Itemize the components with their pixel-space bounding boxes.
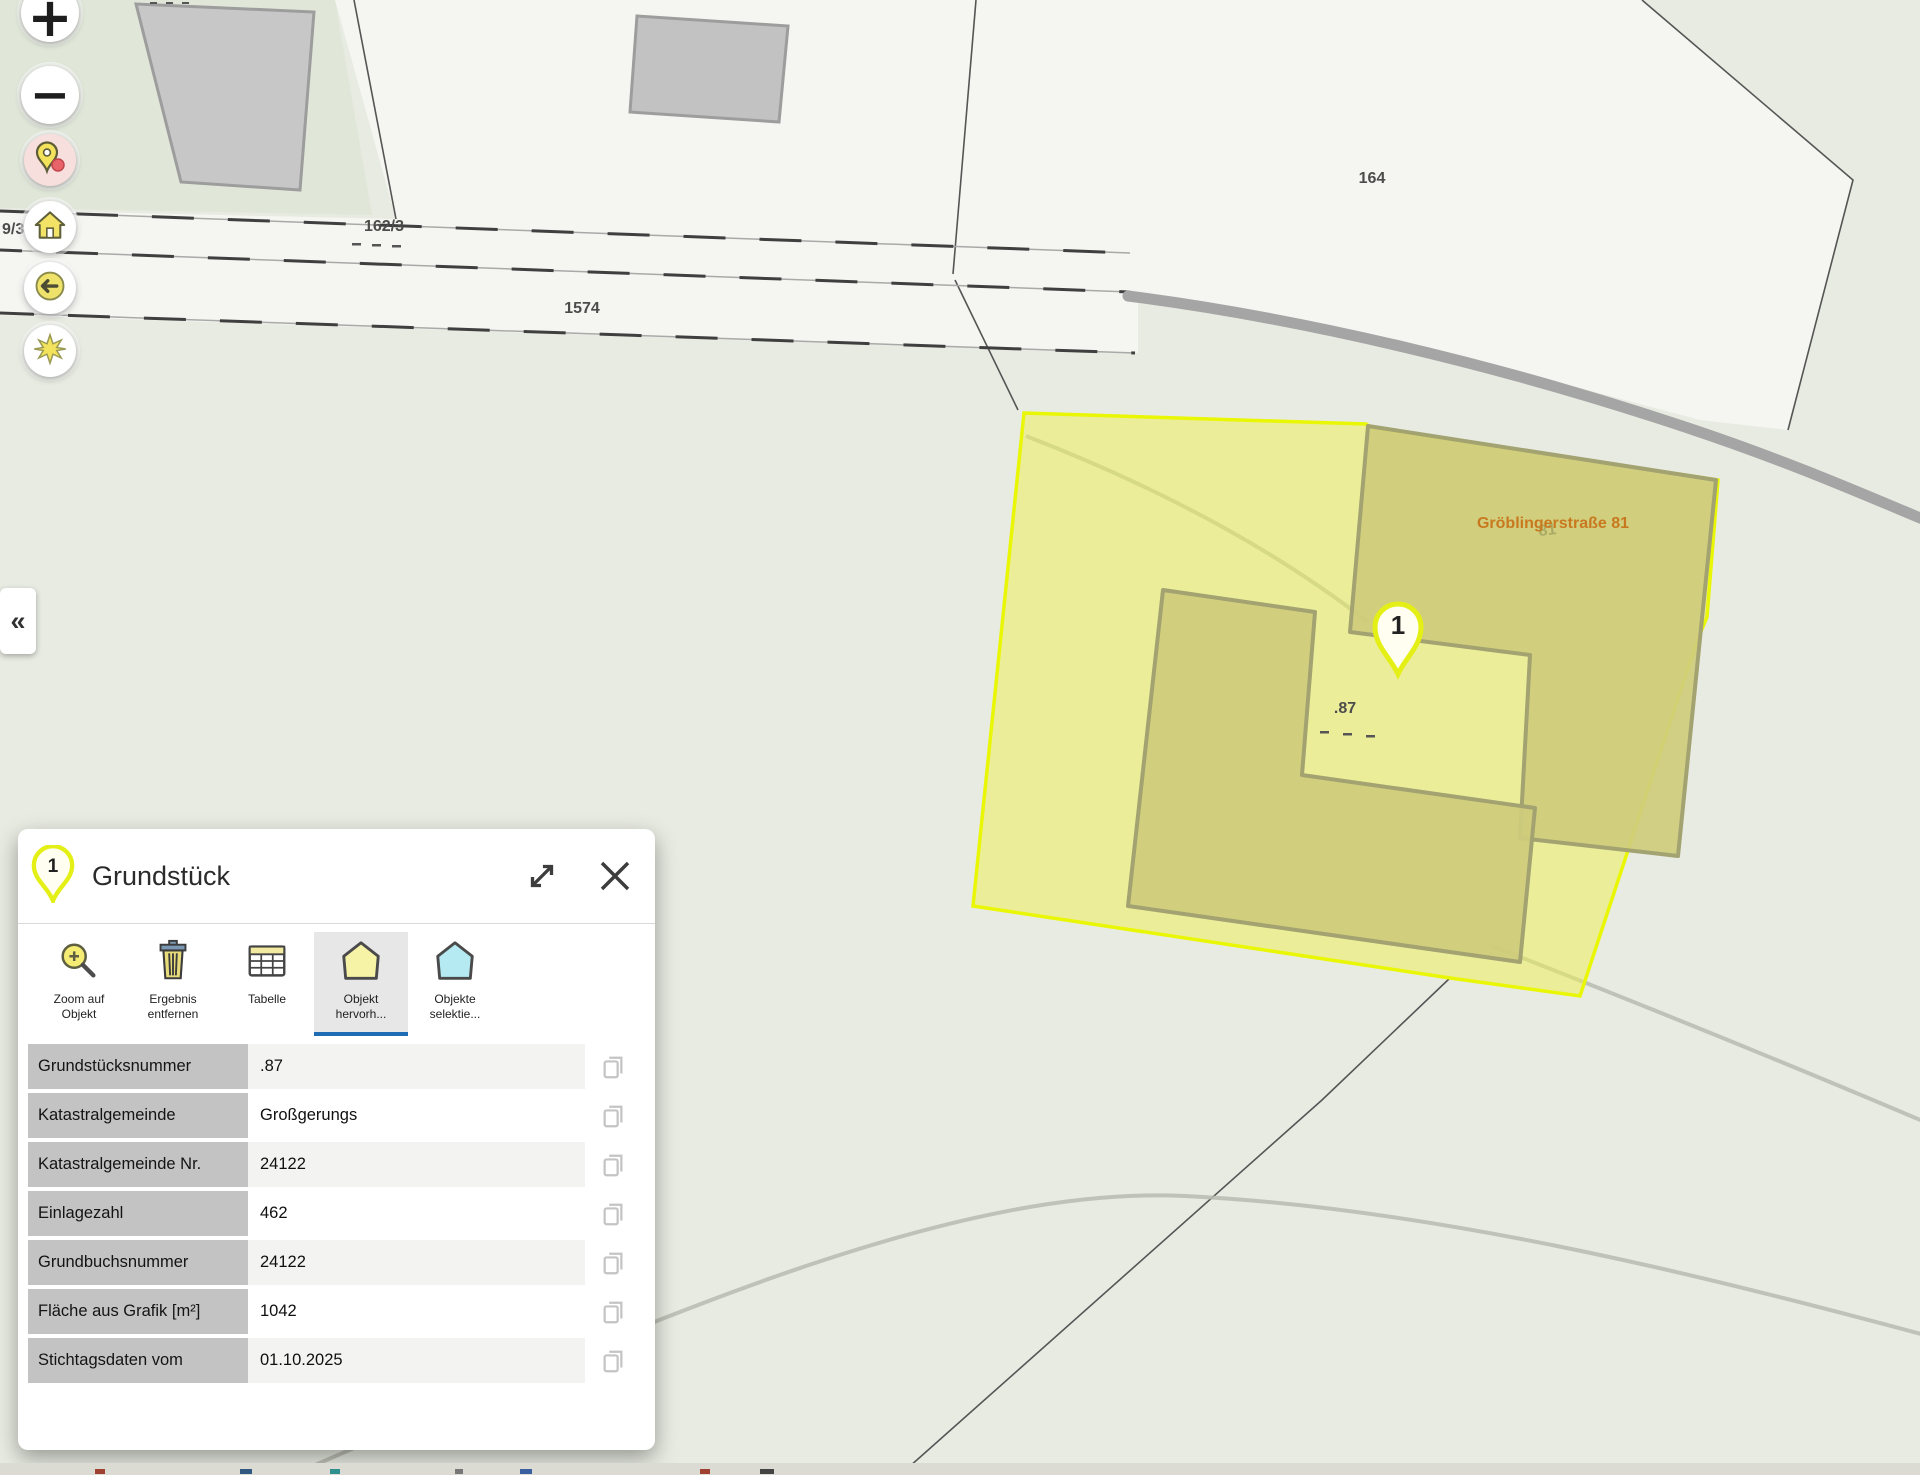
chevrons-left-icon: «	[10, 606, 25, 637]
expand-icon	[523, 857, 561, 895]
arrow-left-icon	[32, 268, 68, 309]
table-row: Grundstücksnummer .87	[28, 1044, 641, 1089]
copy-button[interactable]	[585, 1044, 641, 1089]
row-value: 01.10.2025	[248, 1338, 585, 1383]
zoom-to-object-button[interactable]: Zoom auf Objekt	[32, 932, 126, 1036]
parcel-label-87: .87	[1334, 700, 1356, 717]
select-objects-button[interactable]: Objekte selektie...	[408, 932, 502, 1036]
tool-label: Zoom auf	[54, 992, 105, 1006]
row-value: 1042	[248, 1289, 585, 1334]
table-row: Fläche aus Grafik [m²] 1042	[28, 1289, 641, 1334]
table-row: Einlagezahl 462	[28, 1191, 641, 1236]
zoom-out-button[interactable]: −	[21, 66, 79, 124]
home-button[interactable]	[24, 201, 76, 253]
badge-number: 1	[48, 856, 59, 877]
copy-button[interactable]	[585, 1289, 641, 1334]
copy-button[interactable]	[585, 1338, 641, 1383]
table-button[interactable]: Tabelle	[220, 932, 314, 1036]
table-row: Stichtagsdaten vom 01.10.2025	[28, 1338, 641, 1383]
row-label: Grundbuchsnummer	[28, 1240, 248, 1285]
row-value: Großgerungs	[248, 1093, 585, 1138]
street-label: Gröblingerstraße 81	[1477, 515, 1629, 532]
close-panel-button[interactable]	[595, 856, 635, 896]
tool-label: Objekte	[434, 992, 475, 1006]
result-pin-badge-icon: 1	[30, 845, 76, 908]
highlight-object-button[interactable]: Objekt hervorh...	[314, 932, 408, 1036]
copy-icon	[600, 1249, 626, 1277]
table-row: Katastralgemeinde Großgerungs	[28, 1093, 641, 1138]
panel-title: Grundstück	[92, 861, 523, 892]
panel-header: 1 Grundstück	[18, 829, 655, 924]
zoom-in-button[interactable]: +	[21, 0, 79, 42]
expand-panel-button[interactable]	[523, 857, 561, 895]
home-icon	[31, 206, 69, 249]
tool-label: Tabelle	[248, 992, 286, 1006]
row-label: Stichtagsdaten vom	[28, 1338, 248, 1383]
row-label: Einlagezahl	[28, 1191, 248, 1236]
building-gray-2	[630, 16, 788, 122]
remove-result-button[interactable]: Ergebnis entfernen	[126, 932, 220, 1036]
location-marker-button[interactable]	[24, 134, 76, 186]
parcel-label-9-3: 9/3	[2, 221, 24, 238]
map-pin-red-badge-icon	[32, 140, 68, 181]
orientation-button[interactable]	[24, 325, 76, 377]
copy-button[interactable]	[585, 1240, 641, 1285]
row-label: Fläche aus Grafik [m²]	[28, 1289, 248, 1334]
row-value: 24122	[248, 1142, 585, 1187]
attribute-table: Grundstücksnummer .87 Katastralgemeinde …	[28, 1044, 641, 1383]
copy-icon	[600, 1200, 626, 1228]
table-icon	[244, 938, 290, 989]
copy-icon	[600, 1151, 626, 1179]
panel-toolbar: Zoom auf Objekt Ergebnis entfernen	[18, 924, 655, 1036]
tool-label: hervorh...	[336, 1007, 387, 1021]
grundstueck-info-panel: 1 Grundstück Zoo	[18, 829, 655, 1450]
copy-button[interactable]	[585, 1142, 641, 1187]
tool-label: entfernen	[148, 1007, 199, 1021]
collapse-sidebar-button[interactable]: «	[0, 588, 36, 654]
copy-button[interactable]	[585, 1191, 641, 1236]
copy-button[interactable]	[585, 1093, 641, 1138]
magnifier-plus-icon	[56, 938, 102, 989]
row-label: Katastralgemeinde Nr.	[28, 1142, 248, 1187]
pentagon-cyan-icon	[432, 938, 478, 989]
copy-icon	[600, 1298, 626, 1326]
copy-icon	[600, 1347, 626, 1375]
table-row: Katastralgemeinde Nr. 24122	[28, 1142, 641, 1187]
table-row: Grundbuchsnummer 24122	[28, 1240, 641, 1285]
tool-label: selektie...	[430, 1007, 481, 1021]
trash-icon	[150, 938, 196, 989]
bottom-edge-strip	[0, 1463, 1920, 1475]
minus-icon: −	[30, 71, 70, 119]
tool-label: Objekt	[62, 1007, 97, 1021]
close-icon	[595, 856, 635, 896]
parcel-label-164: 164	[1359, 170, 1386, 187]
plus-icon: +	[27, 0, 72, 45]
row-label: Katastralgemeinde	[28, 1093, 248, 1138]
copy-icon	[600, 1102, 626, 1130]
tool-label: Ergebnis	[149, 992, 196, 1006]
pentagon-yellow-icon	[338, 938, 384, 989]
parcel-label-1574: 1574	[564, 300, 600, 317]
row-value: .87	[248, 1044, 585, 1089]
parcel-label-162-3: 162/3	[364, 218, 404, 235]
copy-icon	[600, 1053, 626, 1081]
marker-number: 1	[1391, 610, 1405, 640]
row-value: 24122	[248, 1240, 585, 1285]
tool-label: Objekt	[344, 992, 379, 1006]
back-button[interactable]	[24, 262, 76, 314]
row-value: 462	[248, 1191, 585, 1236]
row-label: Grundstücksnummer	[28, 1044, 248, 1089]
compass-star-icon	[32, 331, 68, 372]
